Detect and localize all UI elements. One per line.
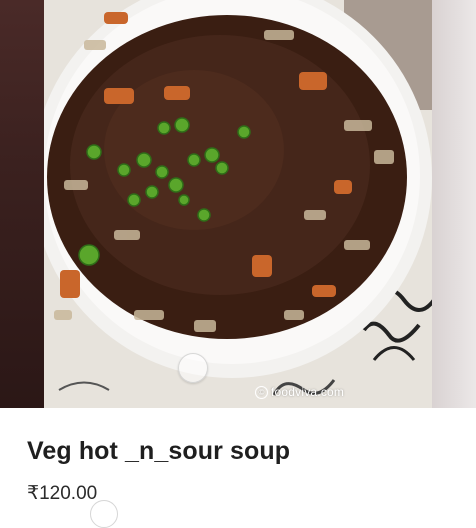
product-photo [44, 0, 432, 408]
soup-bowl-illustration [44, 0, 432, 408]
previous-image-peek[interactable] [0, 0, 44, 408]
copyright-icon: © [255, 385, 268, 399]
scroll-handle[interactable] [90, 500, 118, 528]
image-watermark: © foodviva.com [255, 385, 344, 399]
product-title: Veg hot _n_sour soup [27, 437, 291, 465]
next-image-peek[interactable] [432, 0, 476, 408]
watermark-text: foodviva.com [271, 385, 345, 399]
carousel-indicator-dot[interactable] [178, 353, 208, 383]
product-price: ₹120.00 [27, 483, 98, 504]
product-image-gallery[interactable]: © foodviva.com [0, 0, 476, 408]
